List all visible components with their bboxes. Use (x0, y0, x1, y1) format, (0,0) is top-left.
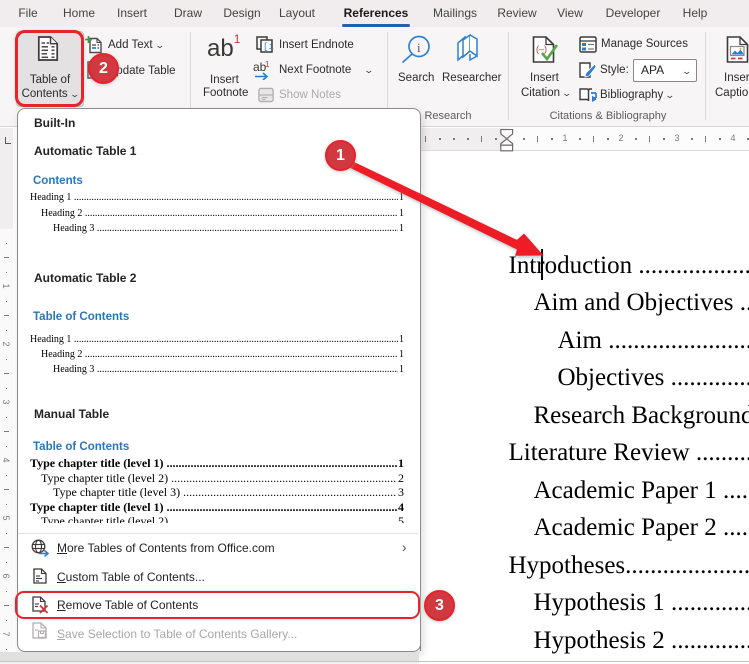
svg-text:(–): (–) (536, 44, 547, 54)
svg-text:[i]: [i] (263, 42, 275, 52)
svg-text:1: 1 (265, 60, 270, 69)
svg-text:i: i (417, 40, 421, 55)
